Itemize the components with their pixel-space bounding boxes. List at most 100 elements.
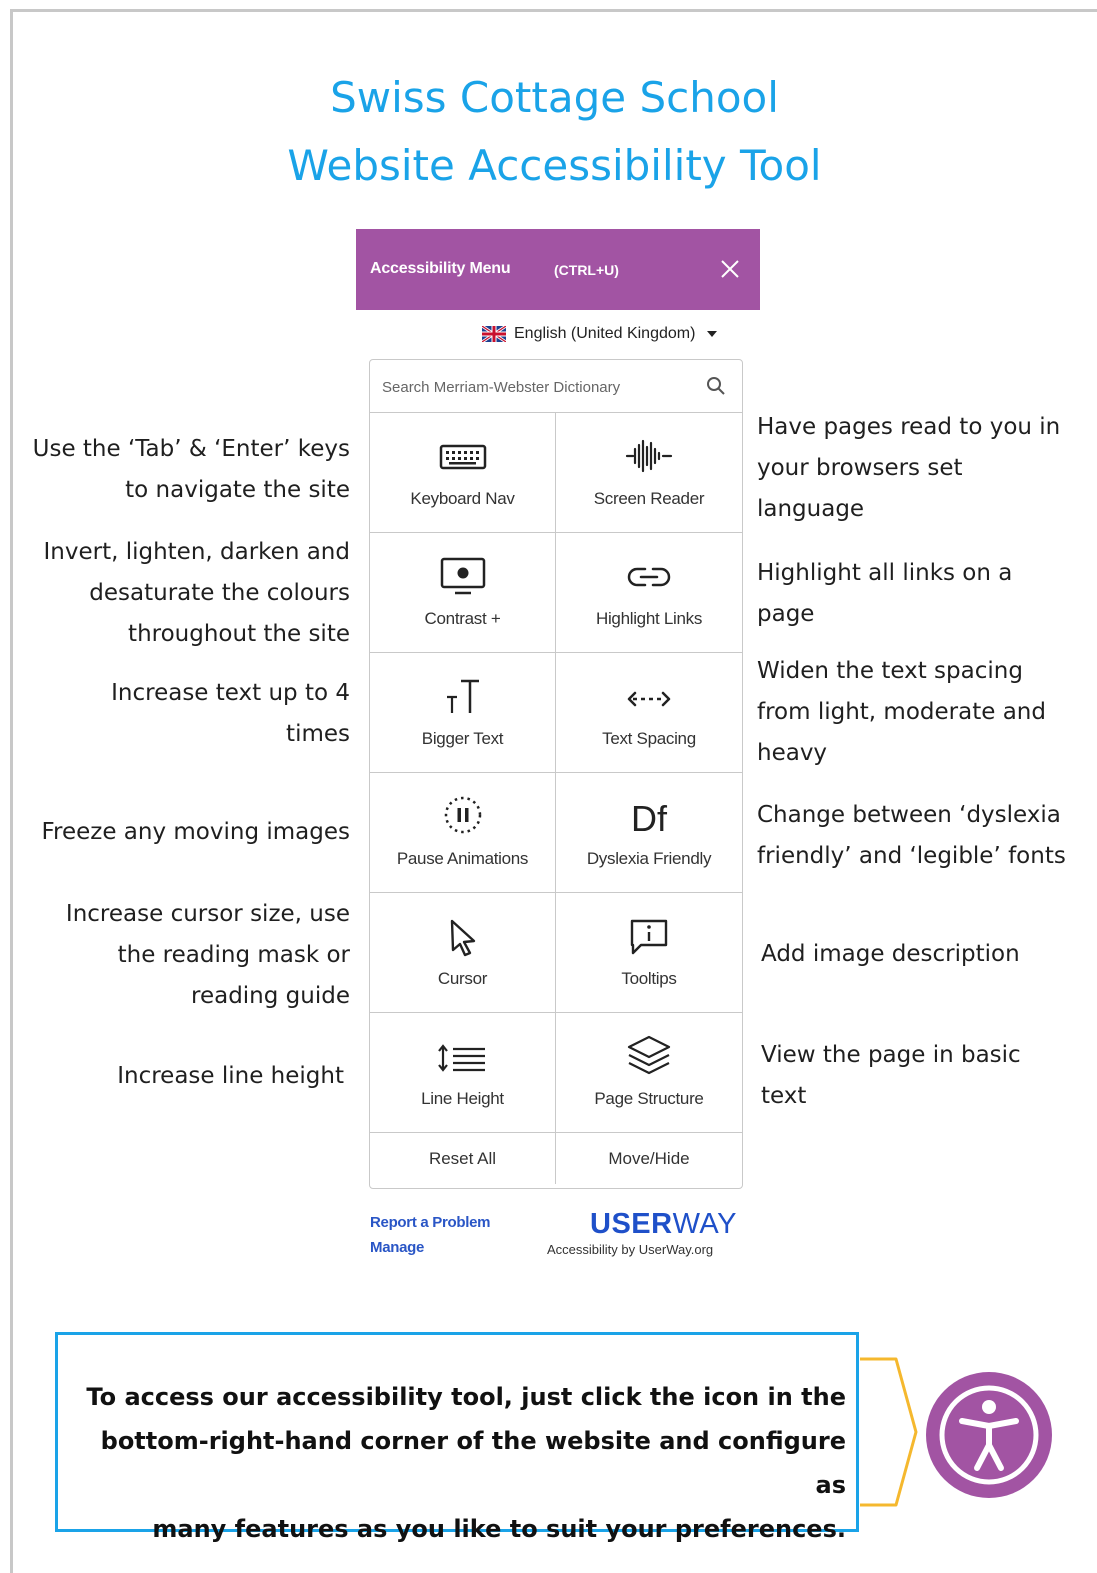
chevron-down-icon: [707, 331, 718, 337]
keyboard-icon: [439, 444, 487, 470]
desc-line: Freeze any moving images: [41, 819, 350, 845]
desc-line: Widen the text spacing: [757, 658, 1023, 684]
close-icon[interactable]: [718, 257, 742, 281]
language-selector[interactable]: English (United Kingdom): [482, 323, 718, 345]
cursor-button[interactable]: Cursor: [370, 893, 556, 1013]
accessibility-panel: Keyboard Nav Screen Reader Contrast + Hi…: [369, 359, 743, 1189]
move-hide-button[interactable]: Move/Hide: [556, 1133, 742, 1184]
search-input[interactable]: [380, 370, 694, 404]
pause-icon: [444, 796, 482, 834]
desc-screen-reader: Have pages read to you in your browsers …: [757, 407, 1060, 530]
desc-line: Increase cursor size, use: [65, 901, 350, 927]
text-spacing-button[interactable]: Text Spacing: [556, 653, 742, 773]
desc-line: times: [286, 721, 350, 747]
svg-text:Df: Df: [631, 798, 668, 837]
desc-keyboard: Use the ‘Tab’ & ‘Enter’ keys to navigate…: [33, 429, 350, 511]
dyslexia-friendly-button[interactable]: Df Dyslexia Friendly: [556, 773, 742, 893]
desc-cursor: Increase cursor size, use the reading ma…: [66, 894, 350, 1017]
pause-animations-button[interactable]: Pause Animations: [370, 773, 556, 893]
desc-line: language: [757, 496, 865, 522]
desc-line-height: Increase line height: [117, 1056, 344, 1097]
accessibility-menu-header: Accessibility Menu (CTRL+U): [356, 229, 760, 310]
page-structure-label: Page Structure: [594, 1089, 704, 1108]
keyboard-nav-label: Keyboard Nav: [410, 489, 515, 508]
search-icon[interactable]: [706, 376, 726, 396]
desc-line: page: [757, 601, 815, 627]
cursor-label: Cursor: [437, 969, 488, 988]
reset-all-button[interactable]: Reset All: [370, 1133, 556, 1184]
callout-line: To access our accessibility tool, just c…: [86, 1383, 846, 1411]
layers-icon: [627, 1035, 671, 1075]
callout-line: many features as you like to suit your p…: [152, 1515, 846, 1543]
highlight-links-button[interactable]: Highlight Links: [556, 533, 742, 653]
desc-line: your browsers set: [757, 455, 963, 481]
frame-left-border: [10, 9, 13, 1573]
desc-line: friendly’ and ‘legible’ fonts: [757, 843, 1066, 869]
df-font-icon: Df: [631, 798, 668, 837]
line-height-label: Line Height: [421, 1089, 504, 1108]
highlight-links-label: Highlight Links: [595, 609, 703, 628]
userway-logo[interactable]: USERWAY: [590, 1208, 737, 1241]
dictionary-search: [370, 360, 742, 413]
desc-structure: View the page in basic text: [761, 1035, 1021, 1117]
desc-line: Increase line height: [117, 1063, 344, 1089]
desc-line: Have pages read to you in: [757, 414, 1061, 440]
page-title-school: Swiss Cottage School: [330, 73, 779, 122]
desc-line: to navigate the site: [125, 477, 350, 503]
desc-spacing: Widen the text spacing from light, moder…: [757, 651, 1046, 774]
desc-line: text: [761, 1083, 807, 1109]
spacing-arrows-icon: [627, 691, 671, 707]
text-size-icon: [447, 679, 479, 713]
text-spacing-label: Text Spacing: [602, 729, 696, 748]
language-label: English (United Kingdom): [514, 325, 696, 342]
contrast-button[interactable]: Contrast +: [370, 533, 556, 653]
desc-pause: Freeze any moving images: [41, 812, 350, 853]
menu-title: Accessibility Menu: [370, 260, 511, 277]
tooltips-button[interactable]: Tooltips: [556, 893, 742, 1013]
desc-line: heavy: [757, 740, 828, 766]
monitor-icon: [440, 557, 486, 595]
dyslexia-friendly-label: Dyslexia Friendly: [586, 849, 712, 868]
manage-link[interactable]: Manage: [370, 1239, 424, 1256]
page-title-tool: Website Accessibility Tool: [287, 141, 822, 190]
line-height-button[interactable]: Line Height: [370, 1013, 556, 1133]
screen-reader-label: Screen Reader: [593, 489, 705, 508]
desc-contrast: Invert, lighten, darken and desaturate t…: [43, 532, 350, 655]
desc-line: reading guide: [191, 983, 350, 1009]
desc-line: Invert, lighten, darken and: [43, 539, 350, 565]
logo-bold-text: USER: [590, 1208, 673, 1240]
screen-reader-button[interactable]: Screen Reader: [556, 413, 742, 533]
desc-line: the reading mask or: [117, 942, 350, 968]
logo-light-text: WAY: [672, 1208, 737, 1240]
desc-line: Change between ‘dyslexia: [757, 802, 1061, 828]
uk-flag-icon: [482, 326, 506, 342]
desc-line: Increase text up to 4: [111, 680, 350, 706]
desc-line: desaturate the colours: [89, 580, 350, 606]
page-structure-button[interactable]: Page Structure: [556, 1013, 742, 1133]
desc-bigger-text: Increase text up to 4 times: [111, 673, 350, 755]
bigger-text-button[interactable]: Bigger Text: [370, 653, 556, 773]
keyboard-nav-button[interactable]: Keyboard Nav: [370, 413, 556, 533]
contrast-label: Contrast +: [424, 609, 501, 628]
cursor-icon: [450, 919, 476, 957]
tooltip-icon: [630, 919, 668, 955]
desc-line: throughout the site: [128, 621, 350, 647]
desc-line: Highlight all links on a: [757, 560, 1013, 586]
accessibility-icon[interactable]: [924, 1370, 1054, 1500]
brace-connector: [860, 1357, 918, 1507]
desc-links: Highlight all links on a page: [757, 553, 1012, 635]
instructions-callout: To access our accessibility tool, just c…: [55, 1332, 859, 1543]
sound-wave-icon: [625, 439, 673, 473]
link-icon: [627, 567, 671, 587]
report-problem-link[interactable]: Report a Problem: [370, 1214, 491, 1231]
desc-line: Use the ‘Tab’ & ‘Enter’ keys: [32, 436, 350, 462]
userway-tagline: Accessibility by UserWay.org: [547, 1242, 714, 1257]
callout-text: To access our accessibility tool, just c…: [66, 1375, 846, 1551]
desc-dyslexia: Change between ‘dyslexia friendly’ and ‘…: [757, 795, 1066, 877]
desc-tooltips: Add image description: [761, 934, 1020, 975]
line-height-icon: [438, 1044, 485, 1072]
desc-line: Add image description: [761, 941, 1020, 967]
callout-line: bottom-right-hand corner of the website …: [100, 1427, 846, 1499]
pause-animations-label: Pause Animations: [396, 849, 529, 868]
bigger-text-label: Bigger Text: [421, 729, 504, 748]
